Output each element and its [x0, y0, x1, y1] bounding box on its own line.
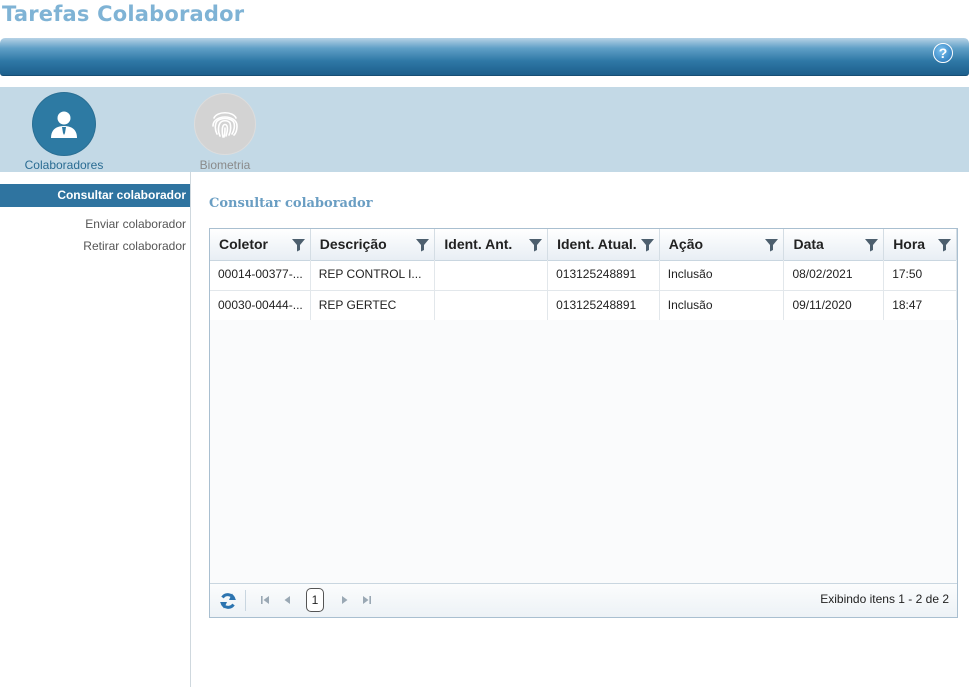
cell-ident-ant — [435, 260, 549, 290]
filter-icon[interactable] — [937, 238, 952, 252]
current-page-button[interactable]: 1 — [306, 588, 324, 612]
module-label: Colaboradores — [24, 158, 104, 172]
module-biometria[interactable]: Biometria — [175, 93, 275, 172]
first-page-icon[interactable] — [258, 593, 272, 607]
refresh-icon[interactable] — [218, 591, 238, 611]
user-icon — [33, 93, 95, 155]
column-header-label: Coletor — [219, 236, 268, 252]
module-label: Biometria — [199, 158, 251, 172]
module-colaboradores[interactable]: Colaboradores — [14, 93, 114, 172]
prev-page-icon[interactable] — [280, 593, 294, 607]
pager-info: Exibindo itens 1 - 2 de 2 — [820, 592, 949, 606]
grid-empty-area — [210, 320, 957, 585]
help-button[interactable]: ? — [933, 43, 953, 63]
cell-hora: 18:47 — [884, 291, 957, 321]
section-title: Consultar colaborador — [209, 196, 373, 211]
sidebar: Consultar colaborador Enviar colaborador… — [0, 172, 191, 687]
table-row[interactable]: 00014-00377-... REP CONTROL I... 013125248… — [210, 260, 957, 291]
cell-ident-ant — [435, 291, 549, 321]
fingerprint-icon — [194, 93, 256, 155]
column-header-label: Hora — [893, 236, 926, 252]
column-header-label: Ação — [668, 236, 704, 252]
cell-hora: 17:50 — [884, 260, 957, 290]
column-header-label: Data — [793, 236, 824, 252]
filter-icon[interactable] — [415, 238, 430, 252]
cell-coletor: 00014-00377-... — [210, 260, 311, 290]
app-title: Tarefas Colaborador — [2, 2, 245, 26]
sidebar-item-consultar[interactable]: Consultar colaborador — [0, 184, 190, 207]
column-header-acao[interactable]: Ação — [660, 229, 785, 260]
next-page-icon[interactable] — [338, 593, 352, 607]
column-header-data[interactable]: Data — [784, 229, 885, 260]
top-toolbar: ? — [0, 38, 969, 76]
sidebar-item-enviar[interactable]: Enviar colaborador — [0, 213, 190, 235]
filter-icon[interactable] — [640, 238, 655, 252]
cell-acao: Inclusão — [660, 260, 785, 290]
filter-icon[interactable] — [764, 238, 779, 252]
cell-ident-atual: 013125248891 — [548, 291, 660, 321]
grid-header: Coletor Descrição Ident. Ant. Ident. Atual.… — [210, 229, 957, 261]
results-grid: Coletor Descrição Ident. Ant. Ident. Atual.… — [209, 228, 958, 618]
last-page-icon[interactable] — [360, 593, 374, 607]
column-header-ident-ant[interactable]: Ident. Ant. — [435, 229, 549, 260]
column-header-hora[interactable]: Hora — [884, 229, 957, 260]
table-row[interactable]: 00030-00444-... REP GERTEC 013125248891 Inc… — [210, 291, 957, 322]
pager-separator — [245, 590, 246, 611]
column-header-label: Ident. Atual. — [557, 236, 637, 252]
cell-descricao: REP GERTEC — [311, 291, 436, 321]
cell-coletor: 00030-00444-... — [210, 291, 311, 321]
column-header-descricao[interactable]: Descrição — [311, 229, 436, 260]
filter-icon[interactable] — [864, 238, 879, 252]
cell-acao: Inclusão — [660, 291, 785, 321]
column-header-ident-atual[interactable]: Ident. Atual. — [548, 229, 660, 260]
filter-icon[interactable] — [291, 238, 306, 252]
cell-data: 08/02/2021 — [784, 260, 885, 290]
column-header-label: Ident. Ant. — [444, 236, 513, 252]
filter-icon[interactable] — [528, 238, 543, 252]
cell-ident-atual: 013125248891 — [548, 260, 660, 290]
column-header-coletor[interactable]: Coletor — [210, 229, 311, 260]
grid-body: 00014-00377-... REP CONTROL I... 013125248… — [210, 260, 957, 322]
module-bar: Colaboradores Biometria — [0, 87, 969, 172]
grid-pager: 1 Exibindo itens 1 - 2 de 2 — [210, 583, 957, 617]
sidebar-item-retirar[interactable]: Retirar colaborador — [0, 235, 190, 257]
cell-data: 09/11/2020 — [784, 291, 885, 321]
cell-descricao: REP CONTROL I... — [311, 260, 436, 290]
column-header-label: Descrição — [319, 236, 387, 252]
